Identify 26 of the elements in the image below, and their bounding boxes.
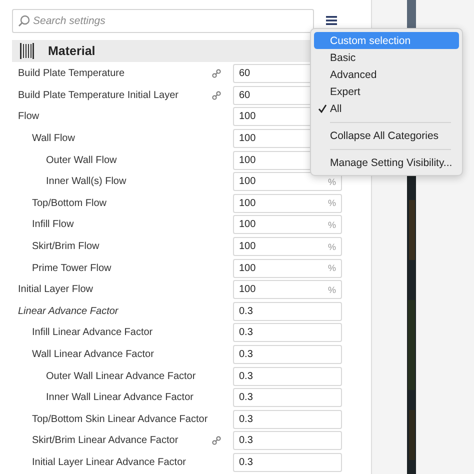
setting-label: Infill Flow [31, 219, 75, 230]
setting-label: Initial Layer Linear Advance Factor [31, 456, 187, 468]
setting-label: Flow [17, 111, 40, 122]
setting-label: Skirt/Brim Linear Advance Factor [31, 435, 180, 446]
setting-label: Build Plate Temperature Initial Layer [17, 90, 180, 101]
setting-label: Initial Layer Flow [17, 284, 94, 296]
setting-label: Prime Tower Flow [31, 262, 112, 274]
setting-label: Top/Bottom Skin Linear Advance Factor [31, 414, 209, 425]
unit-label: % [328, 263, 336, 274]
category-title: Material [48, 44, 96, 58]
setting-label: Build Plate Temperature [17, 68, 126, 80]
setting-label: Inner Wall(s) Flow [45, 176, 128, 188]
setting-label: Inner Wall Linear Advance Factor [45, 392, 194, 404]
setting-label: Skirt/Brim Flow [31, 241, 100, 252]
setting-label: Infill Linear Advance Factor [31, 327, 154, 338]
setting-label: Outer Wall Flow [45, 154, 118, 166]
setting-label: Outer Wall Linear Advance Factor [45, 370, 197, 382]
unit-label: % [328, 242, 336, 252]
setting-label: Wall Flow [31, 133, 76, 144]
unit-label: % [328, 198, 336, 208]
unit-label: % [328, 284, 336, 295]
setting-label: Top/Bottom Flow [31, 198, 108, 209]
setting-label: Wall Linear Advance Factor [31, 349, 155, 360]
unit-label: % [328, 176, 336, 187]
unit-label: % [328, 220, 336, 230]
setting-label: Linear Advance Factor [17, 306, 120, 317]
